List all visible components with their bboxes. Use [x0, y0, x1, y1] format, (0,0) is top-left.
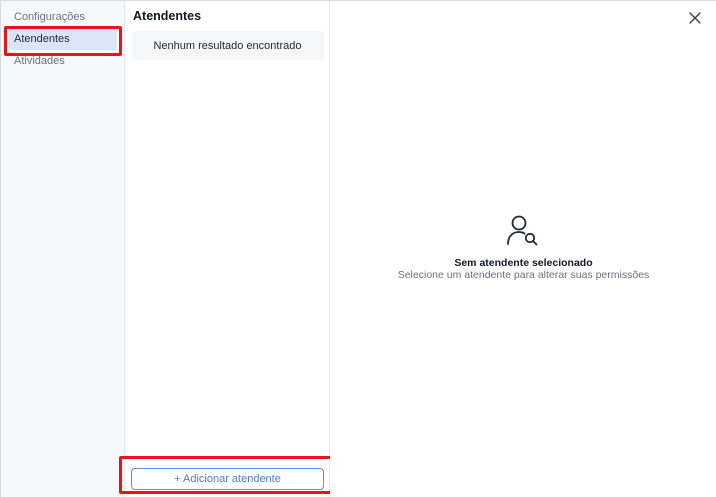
settings-window: Configurações Atendentes Atividades Aten… — [0, 0, 716, 497]
empty-state-title: Sem atendente selecionado — [454, 257, 593, 269]
user-search-icon — [505, 213, 541, 249]
add-attendant-button[interactable]: + Adicionar atendente — [131, 468, 324, 490]
attendants-list-panel: Atendentes Nenhum resultado encontrado +… — [125, 1, 330, 497]
empty-result-row: Nenhum resultado encontrado — [131, 31, 324, 60]
close-icon[interactable] — [687, 10, 703, 26]
sidebar-item-configuracoes[interactable]: Configurações — [9, 6, 117, 28]
sidebar: Configurações Atendentes Atividades — [1, 1, 125, 497]
sidebar-item-atendentes[interactable]: Atendentes — [9, 28, 117, 50]
detail-panel: Sem atendente selecionado Selecione um a… — [330, 1, 716, 497]
list-title: Atendentes — [133, 9, 202, 23]
sidebar-item-atividades[interactable]: Atividades — [9, 50, 117, 72]
empty-state-subtitle: Selecione um atendente para alterar suas… — [397, 269, 650, 281]
